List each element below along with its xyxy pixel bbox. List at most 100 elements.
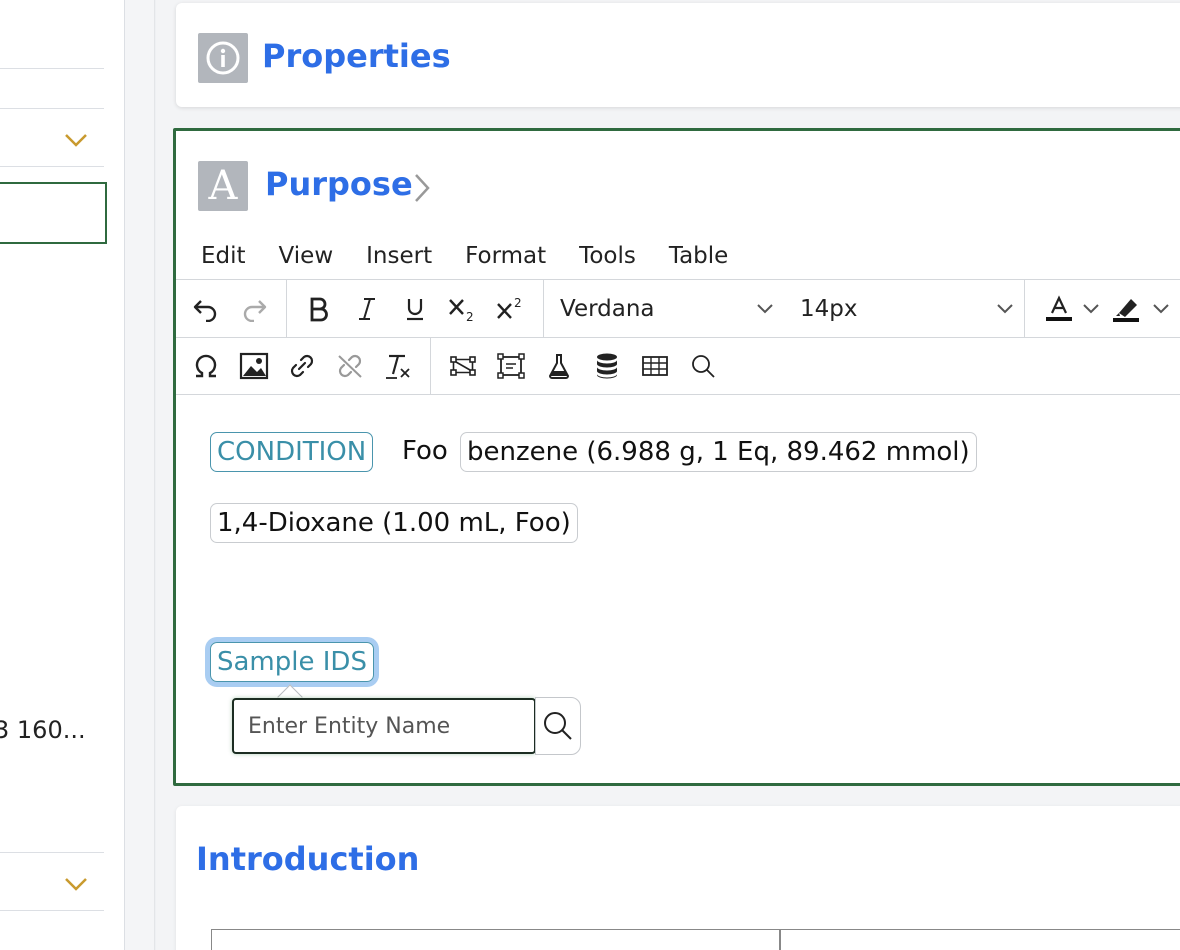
text-section-icon: A [198, 161, 248, 211]
formatting-group: 2 2 [287, 280, 544, 337]
chevron-down-icon [1083, 303, 1099, 313]
sidebar-item-label[interactable]: 3 160... [0, 716, 86, 744]
table-column-divider [779, 930, 781, 950]
entity-search-popover [232, 684, 582, 755]
purpose-title[interactable]: Purpose [265, 165, 413, 203]
menu-edit[interactable]: Edit [201, 243, 246, 269]
insert-group [176, 338, 431, 394]
chevron-down-icon [757, 303, 773, 313]
editor-menubar: Edit View Insert Format Tools Table [176, 231, 1180, 281]
insert-link-button[interactable] [278, 344, 326, 388]
redo-icon [243, 299, 267, 322]
link-icon [290, 354, 314, 378]
unlink-icon [338, 354, 362, 378]
font-group: Verdana 14px [544, 280, 1025, 337]
database-icon [597, 353, 617, 379]
reagent-chip[interactable]: benzene (6.988 g, 1 Eq, 89.462 mmol) [460, 432, 977, 472]
superscript-icon: 2 [497, 296, 522, 319]
sidebar: 3 160... [0, 0, 125, 950]
bold-button[interactable] [295, 287, 343, 331]
redo-button[interactable] [230, 287, 278, 331]
subscript-icon: 2 [449, 298, 474, 322]
omega-icon [195, 354, 217, 378]
condition-tag[interactable]: CONDITION [210, 432, 374, 472]
find-replace-button[interactable] [679, 344, 727, 388]
subscript-button[interactable]: 2 [439, 287, 487, 331]
introduction-section[interactable]: Introduction [176, 806, 1180, 950]
sidebar-divider [0, 108, 104, 109]
clear-formatting-button[interactable] [374, 344, 422, 388]
underline-icon [407, 298, 423, 320]
chevron-down-icon [1153, 303, 1169, 313]
chevron-down-icon[interactable] [64, 132, 88, 148]
molecule-icon [450, 356, 476, 376]
entity-name-input[interactable] [232, 698, 536, 754]
sample-button[interactable] [487, 344, 535, 388]
text-color-dropdown[interactable] [1079, 287, 1103, 331]
chemistry-tools-group [431, 338, 735, 394]
reaction-button[interactable] [535, 344, 583, 388]
chevron-down-icon [997, 303, 1013, 313]
text-color-icon [1046, 294, 1072, 321]
entity-search-button[interactable] [535, 697, 581, 755]
italic-icon [359, 297, 375, 320]
insert-image-button[interactable] [230, 344, 278, 388]
sidebar-divider [0, 852, 104, 853]
chevron-right-icon[interactable] [412, 171, 432, 205]
special-character-button[interactable] [182, 344, 230, 388]
solvent-chip[interactable]: 1,4-Dioxane (1.00 mL, Foo) [210, 503, 578, 543]
editor-toolbar-secondary [176, 337, 1180, 395]
menu-tools[interactable]: Tools [579, 243, 636, 269]
sidebar-divider [0, 68, 104, 69]
font-family-select[interactable]: Verdana [544, 287, 784, 331]
sidebar-scroll-gutter [125, 0, 155, 950]
italic-button[interactable] [343, 287, 391, 331]
purpose-section[interactable]: A Purpose Edit View Insert Format Tools … [173, 128, 1180, 786]
inline-text: Foo [402, 436, 448, 466]
sample-ids-tag[interactable]: Sample IDS [210, 642, 374, 682]
unlink-button[interactable] [326, 344, 374, 388]
flask-icon [548, 354, 570, 379]
menu-insert[interactable]: Insert [366, 243, 432, 269]
database-button[interactable] [583, 344, 631, 388]
table-icon [642, 356, 668, 376]
history-group [176, 280, 287, 337]
highlighter-icon [1113, 298, 1139, 322]
main-content: Properties A Purpose Edit View Insert Fo… [156, 0, 1180, 950]
svg-text:2: 2 [514, 296, 522, 310]
introduction-title[interactable]: Introduction [196, 840, 419, 878]
text-color-button[interactable] [1039, 287, 1079, 331]
sidebar-active-item[interactable] [0, 182, 107, 244]
introduction-table[interactable] [211, 929, 1180, 950]
undo-button[interactable] [182, 287, 230, 331]
search-icon [544, 712, 572, 740]
font-family-value: Verdana [560, 295, 655, 322]
editor-content[interactable]: CONDITION Foo benzene (6.988 g, 1 Eq, 89… [176, 396, 1180, 786]
sidebar-divider [0, 166, 104, 167]
image-icon [239, 352, 269, 380]
underline-button[interactable] [391, 287, 439, 331]
bold-icon [310, 297, 328, 321]
clear-formatting-icon [386, 354, 410, 379]
sidebar-divider [0, 910, 104, 911]
font-size-select[interactable]: 14px [784, 287, 1024, 331]
superscript-button[interactable]: 2 [487, 287, 535, 331]
insert-table-button[interactable] [631, 344, 679, 388]
svg-text:2: 2 [466, 310, 474, 322]
reaction-scheme-button[interactable] [439, 344, 487, 388]
chevron-down-icon[interactable] [64, 876, 88, 892]
sample-icon [497, 353, 525, 379]
highlight-color-dropdown[interactable] [1149, 287, 1173, 331]
menu-table[interactable]: Table [669, 243, 728, 269]
undo-icon [193, 299, 217, 322]
color-group [1025, 280, 1180, 337]
properties-title[interactable]: Properties [262, 37, 451, 75]
menu-view[interactable]: View [279, 243, 334, 269]
font-size-value: 14px [800, 295, 858, 322]
highlight-color-button[interactable] [1103, 287, 1149, 331]
menu-format[interactable]: Format [465, 243, 546, 269]
properties-section[interactable]: Properties [176, 3, 1180, 107]
info-icon [198, 33, 248, 83]
search-icon [692, 355, 715, 378]
editor-toolbar-primary: 2 2 Verdana 14px [176, 279, 1180, 337]
